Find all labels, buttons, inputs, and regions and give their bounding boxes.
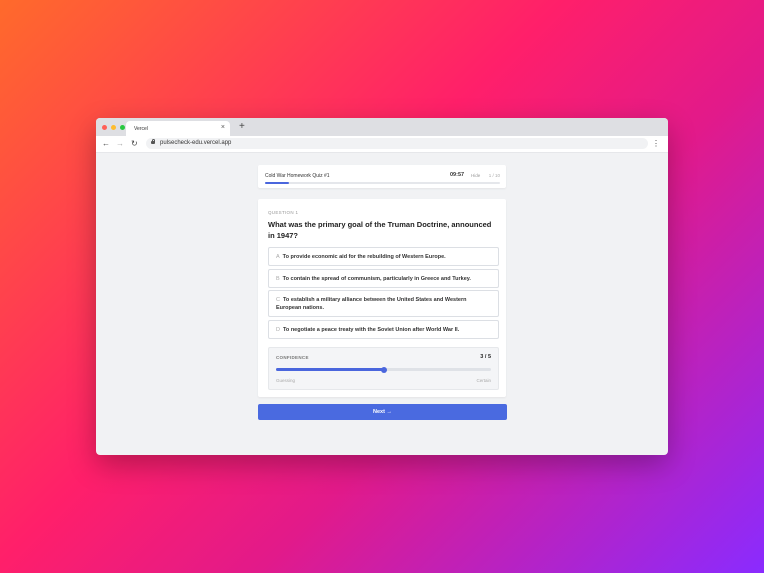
confidence-value: 3 / 5: [480, 354, 491, 360]
progress-fill: [265, 182, 289, 184]
option-text: To establish a military alliance between…: [276, 297, 467, 311]
address-bar: ← → ↻ pulsecheck-edu.vercel.app ⋮: [96, 136, 668, 153]
confidence-max-label: Certain: [476, 378, 491, 383]
option-letter: B: [276, 276, 280, 282]
next-button[interactable]: Next →: [258, 404, 507, 420]
confidence-slider-fill: [276, 368, 384, 371]
confidence-slider[interactable]: [276, 366, 491, 373]
tab-bar: Vercel × +: [96, 118, 668, 136]
answer-option-d[interactable]: D To negotiate a peace treaty with the So…: [268, 320, 499, 339]
hide-timer-button[interactable]: Hide: [471, 173, 480, 178]
quiz-title: Cold War Homework Quiz #1: [265, 173, 330, 179]
quiz-header: Cold War Homework Quiz #1 09:57 Hide 1 /…: [258, 165, 506, 188]
progress-bar: [265, 182, 500, 184]
timer: 09:57: [450, 172, 465, 178]
option-text: To negotiate a peace treaty with the Sov…: [282, 327, 460, 333]
maximize-window-button[interactable]: [120, 125, 125, 130]
progress-count: 1 / 10: [488, 173, 500, 178]
tab-close-icon[interactable]: ×: [221, 124, 225, 131]
option-text: To contain the spread of communism, part…: [282, 276, 471, 282]
option-letter: C: [276, 297, 280, 303]
tab-title: Vercel: [134, 126, 148, 132]
option-letter: D: [276, 327, 280, 333]
window-controls: [102, 125, 125, 130]
confidence-label: CONFIDENCE: [276, 355, 309, 360]
question-text: What was the primary goal of the Truman …: [268, 220, 492, 240]
new-tab-icon[interactable]: +: [239, 121, 245, 133]
confidence-panel: CONFIDENCE 3 / 5 Guessing Certain: [268, 347, 499, 390]
browser-window: Vercel × + ← → ↻ pulsecheck-edu.vercel.a…: [96, 118, 668, 455]
browser-menu-icon[interactable]: ⋮: [652, 138, 660, 149]
answer-option-b[interactable]: B To contain the spread of communism, par…: [268, 269, 499, 288]
answer-option-c[interactable]: C To establish a military alliance betwee…: [268, 290, 499, 317]
lock-icon: [151, 139, 155, 144]
answer-option-a[interactable]: A To provide economic aid for the rebuild…: [268, 247, 499, 266]
forward-arrow-icon[interactable]: →: [116, 138, 124, 149]
confidence-slider-handle[interactable]: [380, 366, 387, 373]
url-text: pulsecheck-edu.vercel.app: [160, 140, 232, 146]
option-text: To provide economic aid for the rebuildi…: [282, 254, 446, 260]
question-card: QUESTION 1 What was the primary goal of …: [258, 199, 506, 397]
reload-icon[interactable]: ↻: [131, 138, 138, 149]
browser-tab[interactable]: Vercel ×: [126, 121, 230, 136]
question-number: QUESTION 1: [268, 210, 299, 215]
url-field[interactable]: pulsecheck-edu.vercel.app: [146, 138, 648, 149]
minimize-window-button[interactable]: [111, 125, 116, 130]
option-letter: A: [276, 254, 280, 260]
close-window-button[interactable]: [102, 125, 107, 130]
back-arrow-icon[interactable]: ←: [102, 138, 110, 149]
confidence-min-label: Guessing: [276, 378, 296, 383]
page-content: Cold War Homework Quiz #1 09:57 Hide 1 /…: [96, 152, 668, 455]
